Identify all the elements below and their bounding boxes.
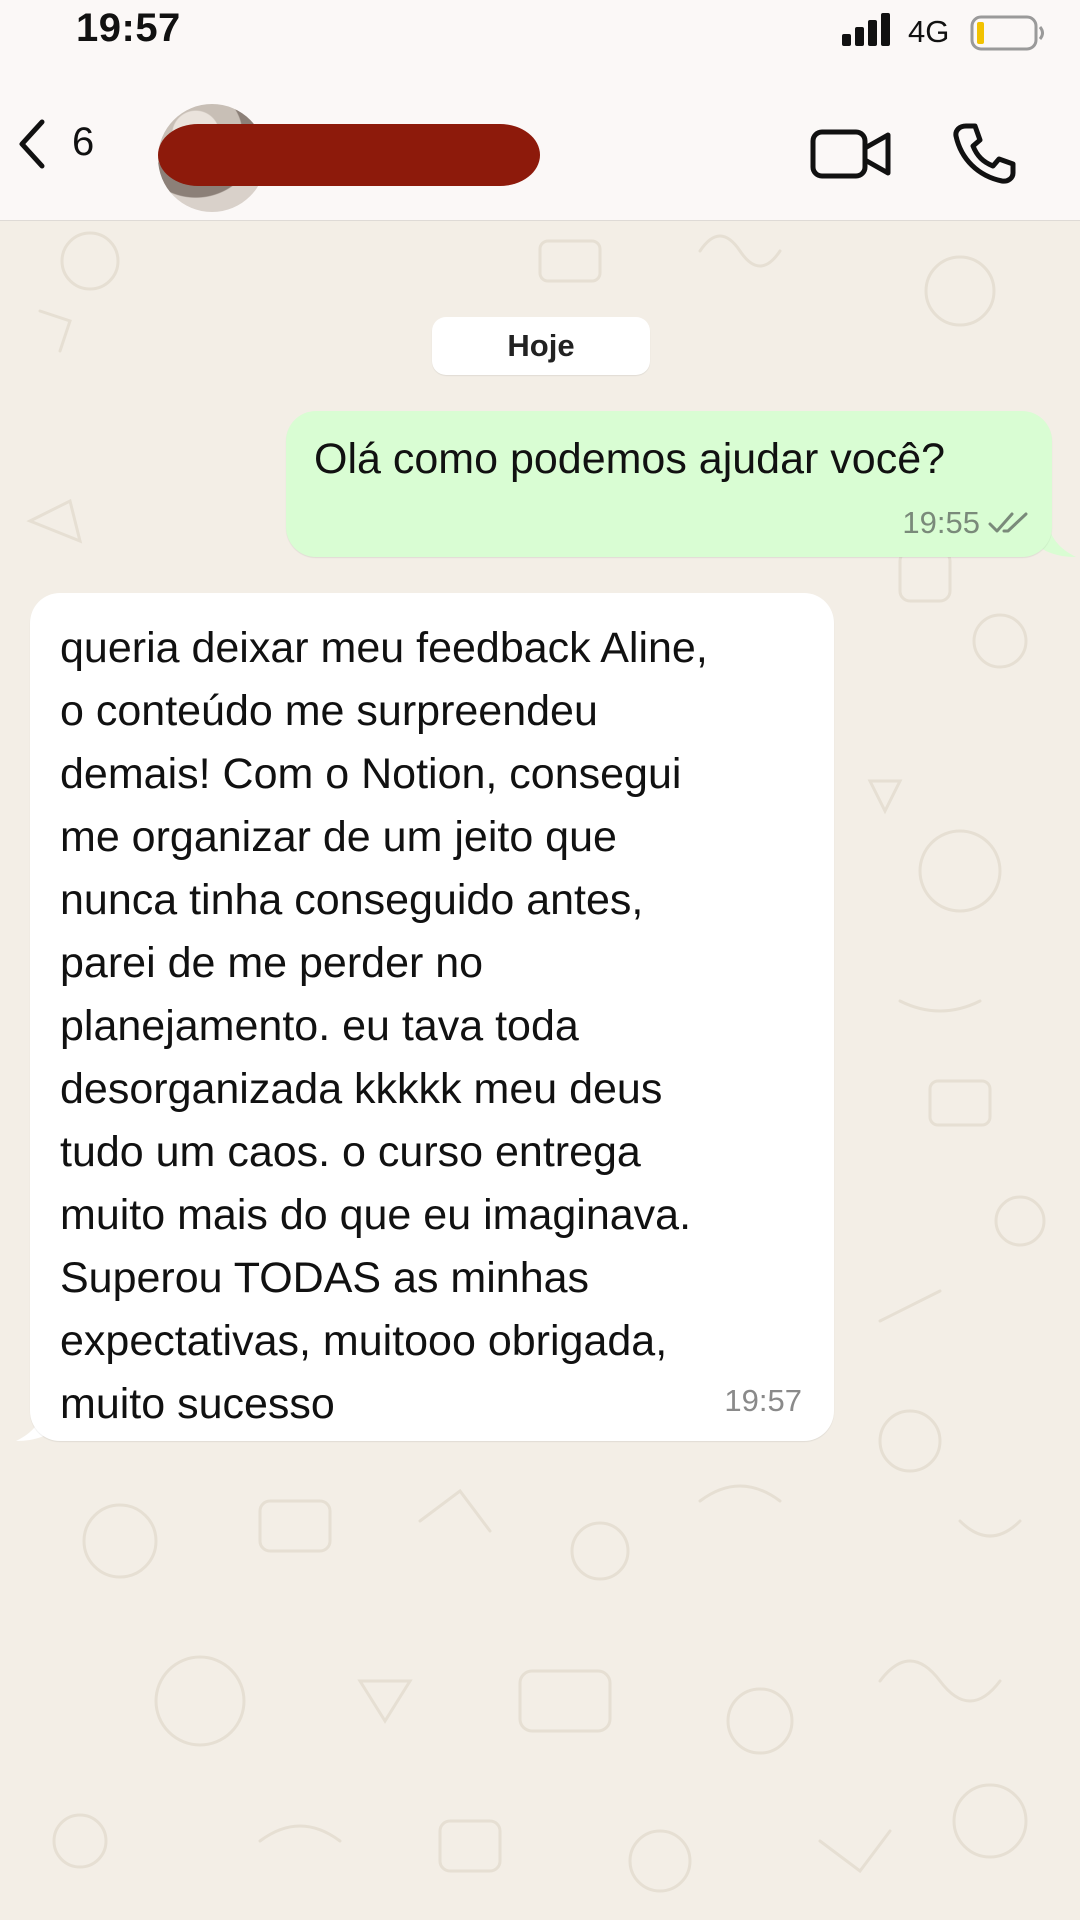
incoming-message[interactable]: queria deixar meu feedback Aline, o cont… [30, 593, 834, 1441]
message-text: Olá como podemos ajudar você? [314, 435, 946, 483]
contact-name-redaction[interactable] [158, 124, 540, 186]
phone-icon[interactable] [950, 120, 1018, 188]
chat-area[interactable]: Hoje Olá como podemos ajudar você? 19:55… [0, 221, 1080, 1920]
network-type-label: 4G [908, 14, 950, 49]
video-camera-icon[interactable] [810, 126, 892, 182]
message-text: queria deixar meu feedback Aline, o cont… [60, 624, 708, 1428]
message-time: 19:57 [724, 1383, 802, 1418]
date-separator: Hoje [432, 317, 650, 375]
message-time: 19:55 [902, 505, 980, 540]
status-time: 19:57 [76, 6, 181, 50]
chat-header: 6 [0, 64, 1080, 221]
unread-count: 6 [72, 120, 95, 164]
chevron-left-icon [19, 119, 45, 169]
cellular-signal-icon [842, 13, 890, 46]
outgoing-message[interactable]: Olá como podemos ajudar você? 19:55 [286, 411, 1052, 557]
back-button[interactable]: 6 [8, 108, 118, 180]
status-bar: 19:57 4G [0, 0, 1080, 64]
message-meta: 19:55 [902, 505, 1032, 541]
battery-low-icon [970, 15, 1044, 51]
double-check-read-icon [988, 512, 1028, 533]
